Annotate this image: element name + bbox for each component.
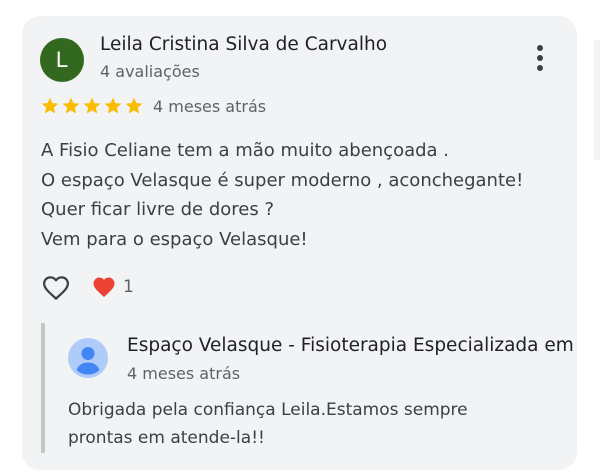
star-icon	[83, 97, 101, 114]
reply-text: Obrigada pela confiança Leila.Estamos se…	[68, 396, 468, 452]
reply-line: prontas em atende-la!!	[68, 428, 265, 448]
review-line: A Fisio Celiane tem a mão muito abençoad…	[41, 140, 450, 161]
review-line: O espaço Velasque é super moderno , acon…	[41, 169, 524, 191]
review-line: Quer ficar livre de dores ?	[41, 199, 275, 220]
author-name[interactable]: Leila Cristina Silva de Carvalho	[100, 34, 387, 55]
star-rating	[40, 96, 144, 116]
review-time: 4 meses atrás	[153, 97, 267, 116]
review-card: L Leila Cristina Silva de Carvalho 4 ava…	[22, 16, 577, 470]
reply-line: Obrigada pela confiança Leila.Estamos se…	[68, 400, 468, 420]
review-text: A Fisio Celiane tem a mão muito abençoad…	[41, 136, 523, 254]
heart-outline-icon[interactable]	[40, 273, 72, 303]
star-icon	[104, 97, 122, 114]
avatar[interactable]: L	[40, 38, 84, 82]
heart-filled-icon	[93, 277, 115, 297]
reply-time: 4 meses atrás	[127, 364, 241, 383]
reply-divider	[41, 323, 45, 453]
review-count: 4 avaliações	[100, 62, 200, 81]
star-icon	[62, 97, 80, 114]
next-card-edge	[594, 40, 600, 160]
star-icon	[125, 97, 143, 114]
account-circle-icon[interactable]	[68, 338, 108, 378]
star-icon	[41, 97, 59, 114]
owner-name[interactable]: Espaço Velasque - Fisioterapia Especiali…	[127, 335, 577, 356]
reaction-count: 1	[123, 277, 134, 297]
more-vert-icon[interactable]	[530, 42, 550, 74]
review-line: Vem para o espaço Velasque!	[41, 228, 308, 250]
